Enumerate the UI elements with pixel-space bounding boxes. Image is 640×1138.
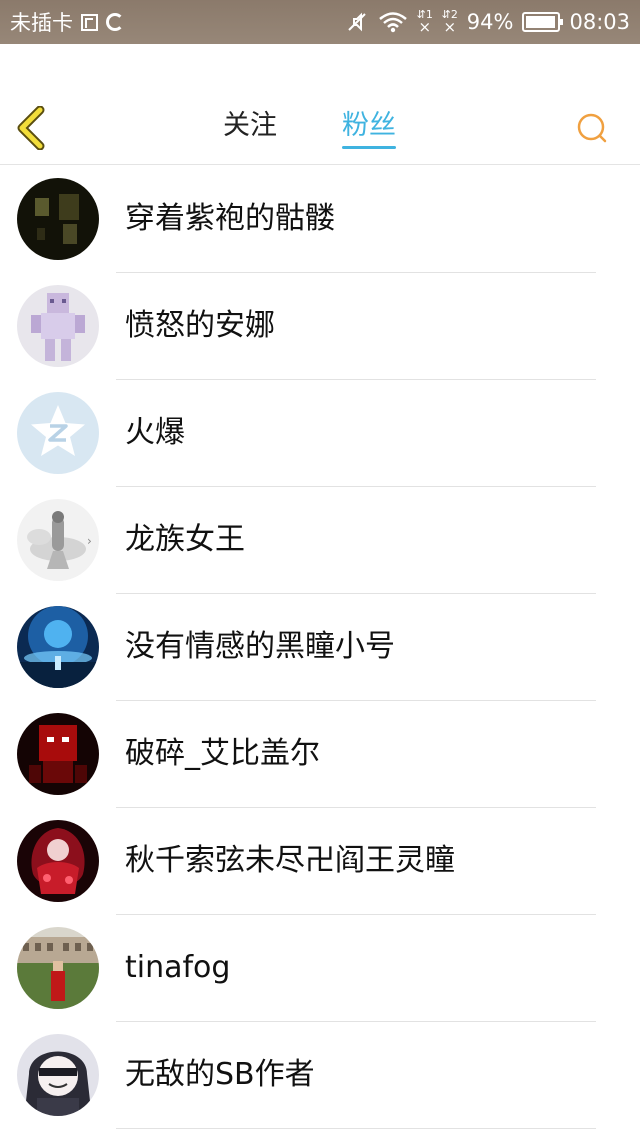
- fan-name: 无敌的SB作者: [125, 1057, 315, 1092]
- divider: [116, 1128, 596, 1129]
- fan-name: 没有情感的黑瞳小号: [125, 629, 395, 664]
- avatar[interactable]: [17, 606, 99, 688]
- clock: 08:03: [569, 10, 630, 34]
- battery-percent: 94%: [466, 10, 514, 34]
- sim1-no-signal-icon: ⇵1 ×: [416, 8, 433, 36]
- tab-fans[interactable]: 粉丝: [342, 106, 396, 149]
- tab-follow-label: 关注: [223, 110, 277, 141]
- battery-level-fill: [526, 16, 555, 28]
- search-button[interactable]: [574, 110, 610, 146]
- status-bar: 未插卡 ⇵1 × ⇵2 × 94% 08:03: [0, 0, 640, 44]
- sim2-no-signal-icon: ⇵2 ×: [441, 8, 458, 36]
- avatar[interactable]: [17, 178, 99, 260]
- avatar[interactable]: [17, 392, 99, 474]
- fan-name: tinafog: [125, 950, 231, 985]
- fan-name: 秋千索弦未尽卍阎王灵瞳: [125, 843, 455, 878]
- fan-name: 破碎_艾比盖尔: [125, 736, 320, 771]
- tab-fans-label: 粉丝: [342, 110, 396, 141]
- list-item[interactable]: 没有情感的黑瞳小号: [0, 594, 640, 701]
- fan-list: 穿着紫袍的骷髅 愤怒的安娜 火爆 › 龙族女王 没有情感的黑瞳小号 破碎_艾比盖…: [0, 166, 640, 1129]
- mute-icon: [348, 12, 366, 32]
- fan-name: 穿着紫袍的骷髅: [125, 201, 335, 236]
- fan-name: 愤怒的安娜: [125, 308, 275, 343]
- avatar[interactable]: [17, 713, 99, 795]
- battery-icon: [522, 12, 564, 32]
- list-item[interactable]: 秋千索弦未尽卍阎王灵瞳: [0, 808, 640, 915]
- wifi-icon: [378, 12, 407, 33]
- tab-follow[interactable]: 关注: [223, 106, 277, 146]
- avatar[interactable]: [17, 1034, 99, 1116]
- list-item[interactable]: 破碎_艾比盖尔: [0, 701, 640, 808]
- list-item[interactable]: tinafog: [0, 915, 640, 1022]
- sync-icon: [106, 13, 124, 31]
- active-tab-indicator: [342, 146, 396, 149]
- search-icon: [577, 113, 607, 143]
- list-item[interactable]: 无敌的SB作者: [0, 1022, 640, 1129]
- chevron-left-icon: [17, 105, 45, 151]
- fan-name: 火爆: [125, 415, 185, 450]
- header: 关注 粉丝: [0, 44, 640, 165]
- svg-text:›: ›: [87, 534, 92, 548]
- list-item[interactable]: › 龙族女王: [0, 487, 640, 594]
- fan-name: 龙族女王: [125, 522, 245, 557]
- list-item[interactable]: 愤怒的安娜: [0, 273, 640, 380]
- avatar[interactable]: [17, 285, 99, 367]
- avatar[interactable]: ›: [17, 499, 99, 581]
- avatar[interactable]: [17, 820, 99, 902]
- list-item[interactable]: 穿着紫袍的骷髅: [0, 166, 640, 273]
- carrier-label: 未插卡: [10, 11, 73, 35]
- list-item[interactable]: 火爆: [0, 380, 640, 487]
- back-button[interactable]: [14, 105, 50, 151]
- sim-card-icon: [81, 13, 98, 31]
- avatar[interactable]: [17, 927, 99, 1009]
